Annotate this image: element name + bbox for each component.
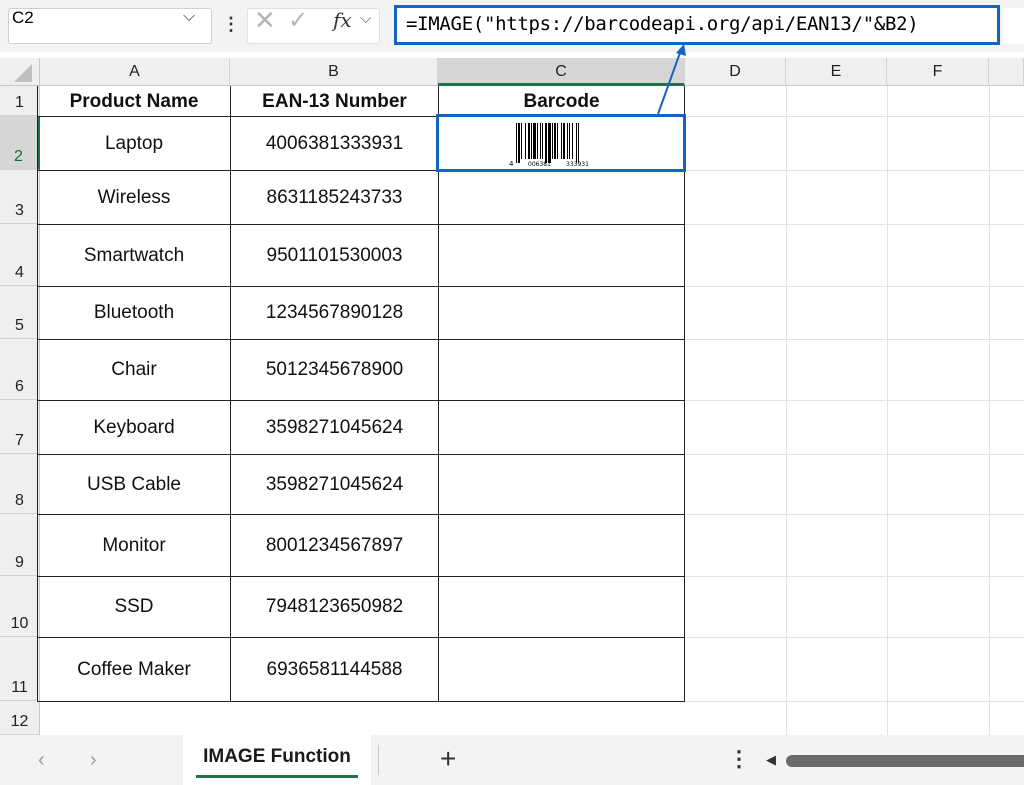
barcode-bar xyxy=(548,123,551,163)
cell-barcode[interactable] xyxy=(439,638,684,701)
sheet-tab-active-indicator xyxy=(196,775,358,778)
vertical-dots-icon: ⋮ xyxy=(222,14,240,34)
barcode-bar xyxy=(561,123,562,159)
barcode-bar xyxy=(569,123,570,159)
barcode-bar xyxy=(516,123,517,163)
barcode-bar xyxy=(563,123,565,159)
cell-product[interactable]: Wireless xyxy=(38,171,230,224)
callout-arrow xyxy=(657,44,686,115)
barcode-bar xyxy=(533,123,536,159)
cell-product[interactable]: USB Cable xyxy=(38,455,230,514)
row-header-2[interactable]: 2 xyxy=(0,116,40,170)
barcode-bar xyxy=(552,123,553,159)
barcode-digits-right: 333931 xyxy=(566,161,589,167)
chevron-right-icon[interactable]: › xyxy=(90,749,97,772)
barcode-bar xyxy=(531,123,532,159)
row-header-12[interactable]: 12 xyxy=(0,701,40,735)
cell-barcode[interactable] xyxy=(439,287,684,339)
barcode-bar xyxy=(525,123,526,159)
cell-ean[interactable]: 8001234567897 xyxy=(231,515,438,576)
barcode-bar xyxy=(518,123,520,163)
barcode-bar xyxy=(576,123,577,163)
cell-barcode[interactable] xyxy=(439,401,684,454)
cell-product[interactable]: Laptop xyxy=(38,117,230,170)
barcode-bar xyxy=(545,123,547,163)
cell-ean[interactable]: 8631185243733 xyxy=(231,171,438,224)
select-all-triangle-icon xyxy=(14,64,32,82)
row-header-10[interactable]: 10 xyxy=(0,576,40,637)
add-sheet-icon[interactable]: + xyxy=(440,743,456,775)
tab-divider xyxy=(378,745,379,775)
cell-ean[interactable]: 6936581144588 xyxy=(231,638,438,701)
name-box[interactable] xyxy=(8,8,212,44)
barcode-bar xyxy=(540,123,541,159)
column-header-a[interactable]: A xyxy=(40,58,230,86)
barcode-bar xyxy=(521,123,522,159)
barcode-digits-left: 006381 xyxy=(528,161,551,167)
cell-ean[interactable]: 3598271045624 xyxy=(231,401,438,454)
chevron-down-icon[interactable]: ⌵ xyxy=(360,10,371,27)
column-header-f[interactable]: F xyxy=(887,58,989,86)
cell-ean[interactable]: 7948123650982 xyxy=(231,577,438,637)
header-ean-number[interactable]: EAN-13 Number xyxy=(231,87,438,116)
row-header-6[interactable]: 6 xyxy=(0,339,40,400)
column-header-d[interactable]: D xyxy=(685,58,786,86)
cell-product[interactable]: Chair xyxy=(38,340,230,400)
cell-product[interactable]: SSD xyxy=(38,577,230,637)
cell-ean[interactable]: 4006381333931 xyxy=(231,117,438,170)
row-header-9[interactable]: 9 xyxy=(0,514,40,576)
cell-product[interactable]: Coffee Maker xyxy=(38,638,230,701)
header-product-name[interactable]: Product Name xyxy=(38,87,230,116)
cell-ean[interactable]: 3598271045624 xyxy=(231,455,438,514)
chevron-left-icon[interactable]: ‹ xyxy=(38,749,45,772)
cell-ean[interactable]: 1234567890128 xyxy=(231,287,438,339)
cell-ean[interactable]: 5012345678900 xyxy=(231,340,438,400)
cell-barcode[interactable] xyxy=(439,577,684,637)
column-header-b[interactable]: B xyxy=(230,58,438,86)
barcode-bar xyxy=(572,123,573,159)
cancel-icon[interactable]: ✕ xyxy=(254,5,276,36)
cell-product[interactable]: Keyboard xyxy=(38,401,230,454)
cell-product[interactable]: Smartwatch xyxy=(38,225,230,286)
barcode-digit-first: 4 xyxy=(509,160,514,167)
row-header-7[interactable]: 7 xyxy=(0,400,40,454)
barcode-bar xyxy=(567,123,568,159)
cell-product[interactable]: Monitor xyxy=(38,515,230,576)
cell-product[interactable]: Bluetooth xyxy=(38,287,230,339)
row-header-4[interactable]: 4 xyxy=(0,224,40,286)
cell-barcode[interactable] xyxy=(439,225,684,286)
column-header-e[interactable]: E xyxy=(786,58,887,86)
scroll-left-icon[interactable]: ◀ xyxy=(766,752,776,768)
barcode-image: 4 006381 333931 xyxy=(509,123,589,167)
horizontal-scrollbar-thumb[interactable] xyxy=(786,755,1024,767)
table-border xyxy=(37,701,685,702)
barcode-bar xyxy=(557,123,558,159)
more-options-icon[interactable]: ⋮ xyxy=(728,746,750,772)
barcode-bar xyxy=(542,123,543,159)
fx-icon[interactable]: fx xyxy=(333,8,352,32)
table-border xyxy=(684,86,685,701)
formula-text: =IMAGE("https://barcodeapi.org/api/EAN13… xyxy=(406,13,919,35)
chevron-down-icon[interactable]: ⌵ xyxy=(183,8,195,26)
cell-barcode[interactable] xyxy=(439,340,684,400)
row-header-3[interactable]: 3 xyxy=(0,170,40,224)
name-box-value: C2 xyxy=(12,8,34,27)
cell-barcode[interactable] xyxy=(439,515,684,576)
barcode-bar xyxy=(528,123,530,159)
sheet-tab-label: IMAGE Function xyxy=(203,746,351,767)
row-header-5[interactable]: 5 xyxy=(0,286,40,339)
enter-check-icon[interactable]: ✓ xyxy=(288,6,308,35)
barcode-bar xyxy=(578,123,579,163)
row-header-8[interactable]: 8 xyxy=(0,454,40,514)
barcode-bar xyxy=(537,123,538,159)
barcode-bar xyxy=(554,123,556,159)
row-header-11[interactable]: 11 xyxy=(0,637,40,701)
formula-expand-area[interactable] xyxy=(1003,8,1024,44)
column-header-g[interactable] xyxy=(989,58,1024,86)
cell-ean[interactable]: 9501101530003 xyxy=(231,225,438,286)
row-header-1[interactable]: 1 xyxy=(0,86,40,116)
cell-barcode[interactable] xyxy=(439,171,684,224)
cell-barcode[interactable] xyxy=(439,455,684,514)
